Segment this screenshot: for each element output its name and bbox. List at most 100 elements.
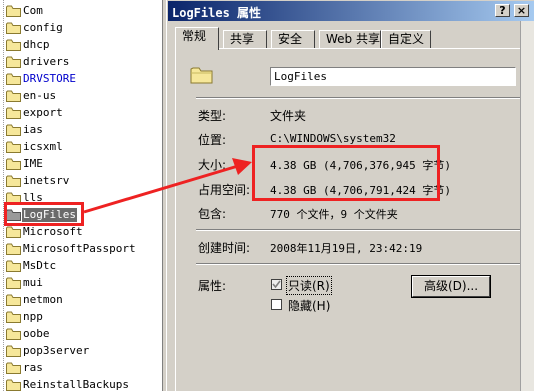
folder-icon bbox=[6, 107, 21, 119]
tab-general[interactable]: 常规 bbox=[175, 27, 219, 50]
folder-icon bbox=[6, 22, 21, 34]
tree-item-label: npp bbox=[23, 310, 43, 323]
tree-item-label: DRVSTORE bbox=[23, 72, 76, 85]
tree-item-label: ias bbox=[23, 123, 43, 136]
tree-item-label: config bbox=[23, 21, 63, 34]
tree-item-label: oobe bbox=[23, 327, 50, 340]
tree-item[interactable]: ReinstallBackups bbox=[0, 377, 162, 391]
folder-name-input[interactable] bbox=[270, 67, 516, 86]
folder-icon bbox=[6, 328, 21, 340]
tree-item-label: en-us bbox=[23, 89, 57, 102]
folder-icon bbox=[6, 379, 21, 391]
tree-item[interactable]: MicrosoftPassport bbox=[0, 241, 162, 258]
tab-sharing-label: 共享 bbox=[230, 32, 255, 46]
tree-item[interactable]: mui bbox=[0, 275, 162, 292]
attributes-label: 属性: bbox=[198, 279, 227, 293]
dialog-title: LogFiles 属性 bbox=[172, 6, 262, 20]
folder-icon bbox=[6, 124, 21, 136]
folder-icon bbox=[6, 56, 21, 68]
close-icon: × bbox=[516, 4, 527, 17]
advanced-button[interactable]: 高级(D)... bbox=[411, 275, 491, 298]
readonly-label[interactable]: 只读(R) bbox=[286, 276, 332, 295]
contains-label: 包含: bbox=[198, 207, 227, 221]
tree-item-label: MsDtc bbox=[23, 259, 57, 272]
general-panel: 类型: 文件夹 位置: C:\WINDOWS\system32 大小: 4.38… bbox=[175, 48, 527, 391]
highlight-box-logfiles bbox=[4, 202, 84, 226]
tree-item[interactable]: config bbox=[0, 20, 162, 37]
tree-item-label: inetsrv bbox=[23, 174, 70, 187]
tree-item[interactable]: dhcp bbox=[0, 37, 162, 54]
tree-item-label: drivers bbox=[23, 55, 70, 68]
separator bbox=[196, 263, 526, 265]
tree-item-label: netmon bbox=[23, 293, 63, 306]
folder-icon bbox=[190, 67, 213, 84]
tree-item[interactable]: Com bbox=[0, 3, 162, 20]
type-label: 类型: bbox=[198, 109, 227, 123]
hidden-label[interactable]: 隐藏(H) bbox=[288, 297, 330, 314]
tree-item[interactable]: en-us bbox=[0, 88, 162, 105]
tree-item[interactable]: drivers bbox=[0, 54, 162, 71]
tab-customize[interactable]: 自定义 bbox=[381, 30, 431, 48]
tree-item[interactable]: inetsrv bbox=[0, 173, 162, 190]
tree-item[interactable]: npp bbox=[0, 309, 162, 326]
tree-item[interactable]: DRVSTORE bbox=[0, 71, 162, 88]
separator bbox=[196, 97, 526, 99]
tree-item-label: icsxml bbox=[23, 140, 63, 153]
folder-icon bbox=[6, 90, 21, 102]
dialog-titlebar[interactable]: LogFiles 属性 ? × bbox=[168, 1, 534, 21]
folder-icon bbox=[6, 345, 21, 357]
folder-icon bbox=[6, 226, 21, 238]
tree-item[interactable]: netmon bbox=[0, 292, 162, 309]
tab-web-sharing[interactable]: Web 共享 bbox=[319, 30, 381, 48]
tree-item-label: Com bbox=[23, 4, 43, 17]
tab-web-sharing-label: Web 共享 bbox=[326, 32, 380, 46]
folder-icon bbox=[6, 294, 21, 306]
size-on-disk-label: 占用空间: bbox=[198, 183, 251, 197]
readonly-checkbox[interactable] bbox=[271, 279, 282, 290]
tree-item[interactable]: pop3server bbox=[0, 343, 162, 360]
folder-icon bbox=[6, 5, 21, 17]
folder-icon bbox=[6, 362, 21, 374]
tree-item-label: pop3server bbox=[23, 344, 90, 357]
tree-item-label: ReinstallBackups bbox=[23, 378, 129, 391]
created-value: 2008年11月19日, 23:42:19 bbox=[270, 242, 423, 255]
location-label: 位置: bbox=[198, 133, 227, 147]
contains-value: 770 个文件，9 个文件夹 bbox=[270, 208, 398, 221]
highlight-box-size bbox=[252, 145, 440, 201]
tree-item[interactable]: Microsoft bbox=[0, 224, 162, 241]
separator bbox=[196, 229, 526, 231]
folder-icon bbox=[6, 73, 21, 85]
tab-security[interactable]: 安全 bbox=[271, 30, 315, 48]
tree-item[interactable]: ias bbox=[0, 122, 162, 139]
location-value: C:\WINDOWS\system32 bbox=[270, 132, 396, 145]
tree-item-label: Microsoft bbox=[23, 225, 83, 238]
folder-icon bbox=[6, 158, 21, 170]
tree-item-label: ras bbox=[23, 361, 43, 374]
folder-icon bbox=[6, 243, 21, 255]
hidden-checkbox[interactable] bbox=[271, 299, 282, 310]
checkmark-icon bbox=[272, 280, 281, 289]
help-button[interactable]: ? bbox=[495, 4, 510, 17]
tree-item-label: IME bbox=[23, 157, 43, 170]
tree-item-label: export bbox=[23, 106, 63, 119]
folder-tree: Com config dhcp drivers DRVSTORE en-us export i… bbox=[0, 0, 162, 391]
created-label: 创建时间: bbox=[198, 241, 251, 255]
close-button[interactable]: × bbox=[514, 4, 529, 17]
tab-sharing[interactable]: 共享 bbox=[223, 30, 267, 48]
help-icon: ? bbox=[499, 4, 506, 17]
folder-icon bbox=[6, 141, 21, 153]
tree-item-label: mui bbox=[23, 276, 43, 289]
tree-item[interactable]: MsDtc bbox=[0, 258, 162, 275]
tree-item[interactable]: icsxml bbox=[0, 139, 162, 156]
folder-icon bbox=[6, 311, 21, 323]
tree-item[interactable]: ras bbox=[0, 360, 162, 377]
tree-item[interactable]: export bbox=[0, 105, 162, 122]
tree-item-label: MicrosoftPassport bbox=[23, 242, 136, 255]
tree-item[interactable]: oobe bbox=[0, 326, 162, 343]
dialog-scrollbar[interactable] bbox=[520, 21, 534, 391]
advanced-button-label: 高级(D)... bbox=[423, 279, 479, 293]
tree-item[interactable]: IME bbox=[0, 156, 162, 173]
tree-item-label: dhcp bbox=[23, 38, 50, 51]
tab-general-label: 常规 bbox=[182, 29, 207, 43]
folder-icon bbox=[6, 260, 21, 272]
